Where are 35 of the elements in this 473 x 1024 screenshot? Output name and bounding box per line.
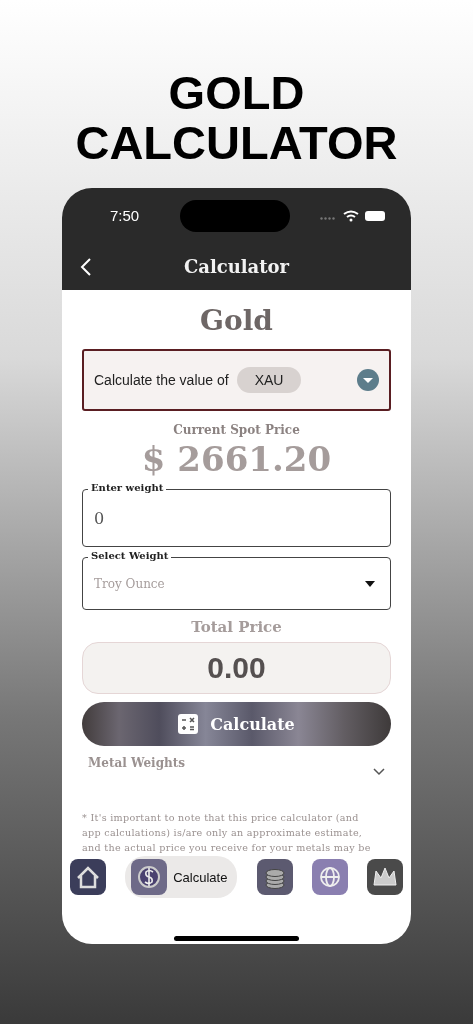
spot-price-label: Current Spot Price [173, 423, 300, 437]
calculate-button[interactable]: Calculate [82, 702, 391, 746]
total-price-label: Total Price [191, 618, 282, 636]
tab-item[interactable] [256, 859, 293, 895]
wifi-icon [343, 208, 359, 223]
coin-stack-icon [256, 859, 293, 895]
total-price: 0.00 [207, 651, 266, 685]
tab-item[interactable] [366, 859, 403, 895]
field-value: 0 [94, 508, 105, 528]
calculator-icon [178, 714, 199, 734]
signal-icon [320, 216, 335, 220]
status-time: 7:50 [110, 207, 141, 224]
picker-label: Calculate the value of [94, 372, 229, 388]
disclaimer-text: * It's important to note that this price calculator (and app calculations) is/are only an approximate estimate, and the actual price you receive for your metals may be [82, 811, 372, 855]
spot-price: $ 2661.20 [141, 439, 332, 479]
dropdown-icon[interactable] [357, 369, 379, 391]
metal-title: Gold [200, 304, 273, 337]
tab-item[interactable]: Calculate [125, 856, 238, 898]
headline: GOLD CALCULATOR [74, 68, 399, 168]
currency-chip[interactable]: XAU [236, 367, 302, 393]
back-icon[interactable] [80, 258, 92, 276]
crown-icon [366, 859, 403, 895]
expander-label: Metal Weights [88, 756, 186, 772]
tab-item[interactable] [70, 859, 106, 895]
dropdown-icon [365, 580, 375, 587]
dollar-coin-icon [131, 859, 168, 895]
screen-title: Calculator [183, 256, 290, 277]
field-label: Select Weight [88, 549, 172, 563]
battery-icon [365, 210, 385, 221]
unit-select[interactable]: Select Weight Troy Ounce [82, 549, 391, 610]
currency-picker[interactable]: Calculate the value of XAU [82, 349, 391, 411]
weight-field[interactable]: Enter weight 0 [82, 481, 391, 547]
field-label: Enter weight [88, 481, 167, 495]
globe-icon [311, 859, 348, 895]
home-icon [70, 859, 106, 895]
